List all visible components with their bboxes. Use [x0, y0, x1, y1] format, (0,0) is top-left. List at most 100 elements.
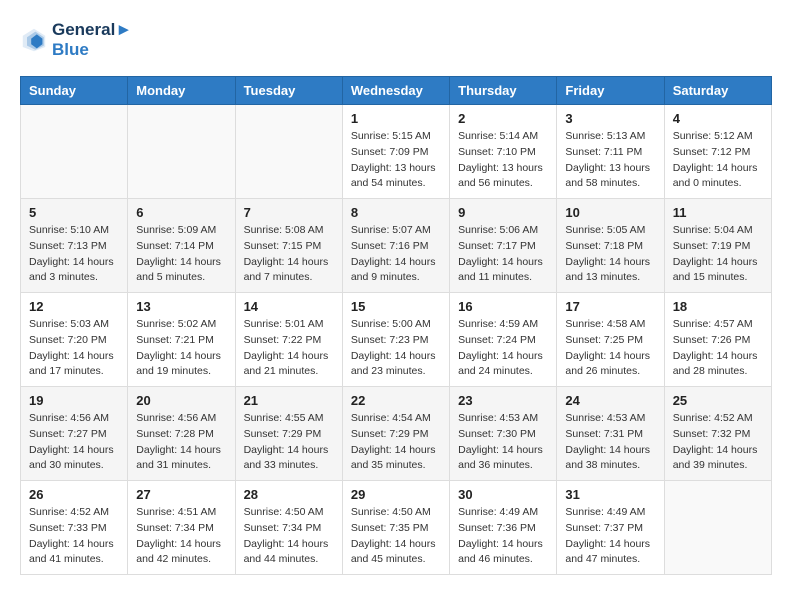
day-number: 22: [351, 393, 441, 408]
day-number: 23: [458, 393, 548, 408]
day-number: 4: [673, 111, 763, 126]
day-info: Sunrise: 5:06 AM Sunset: 7:17 PM Dayligh…: [458, 223, 548, 286]
calendar-week-2: 5 Sunrise: 5:10 AM Sunset: 7:13 PM Daylig…: [21, 199, 772, 293]
calendar-cell: 18 Sunrise: 4:57 AM Sunset: 7:26 PM Dayli…: [664, 293, 771, 387]
calendar-cell: 3 Sunrise: 5:13 AM Sunset: 7:11 PM Daylig…: [557, 105, 664, 199]
calendar-cell: 27Sunrise: 4:51 AM Sunset: 7:34 PM Dayli…: [128, 481, 235, 575]
day-number: 28: [244, 487, 334, 502]
day-info: Sunrise: 4:55 AM Sunset: 7:29 PM Dayligh…: [244, 411, 334, 474]
day-number: 11: [673, 205, 763, 220]
calendar-cell: 1 Sunrise: 5:15 AM Sunset: 7:09 PM Daylig…: [342, 105, 449, 199]
calendar-cell: 12 Sunrise: 5:03 AM Sunset: 7:20 PM Dayli…: [21, 293, 128, 387]
calendar-cell: 28 Sunrise: 4:50 AM Sunset: 7:34 PM Dayli…: [235, 481, 342, 575]
calendar-week-4: 19Sunrise: 4:56 AM Sunset: 7:27 PM Dayli…: [21, 387, 772, 481]
day-info: Sunrise: 4:57 AM Sunset: 7:26 PM Dayligh…: [673, 317, 763, 380]
day-info: Sunrise: 4:52 AM Sunset: 7:33 PM Dayligh…: [29, 505, 119, 568]
col-header-friday: Friday: [557, 77, 664, 105]
day-info: Sunrise: 5:14 AM Sunset: 7:10 PM Dayligh…: [458, 129, 548, 192]
day-info: Sunrise: 5:15 AM Sunset: 7:09 PM Dayligh…: [351, 129, 441, 192]
day-info: Sunrise: 5:03 AM Sunset: 7:20 PM Dayligh…: [29, 317, 119, 380]
col-header-saturday: Saturday: [664, 77, 771, 105]
logo-text: General► Blue: [52, 20, 132, 60]
day-number: 7: [244, 205, 334, 220]
calendar-cell: 30 Sunrise: 4:49 AM Sunset: 7:36 PM Dayli…: [450, 481, 557, 575]
col-header-thursday: Thursday: [450, 77, 557, 105]
day-info: Sunrise: 4:56 AM Sunset: 7:27 PM Dayligh…: [29, 411, 119, 474]
col-header-sunday: Sunday: [21, 77, 128, 105]
calendar-header: SundayMondayTuesdayWednesdayThursdayFrid…: [21, 77, 772, 105]
col-header-wednesday: Wednesday: [342, 77, 449, 105]
day-number: 3: [565, 111, 655, 126]
day-info: Sunrise: 4:53 AM Sunset: 7:30 PM Dayligh…: [458, 411, 548, 474]
day-number: 31: [565, 487, 655, 502]
calendar-table: SundayMondayTuesdayWednesdayThursdayFrid…: [20, 76, 772, 575]
day-info: Sunrise: 4:56 AM Sunset: 7:28 PM Dayligh…: [136, 411, 226, 474]
day-number: 30: [458, 487, 548, 502]
calendar-cell: 23 Sunrise: 4:53 AM Sunset: 7:30 PM Dayli…: [450, 387, 557, 481]
day-info: Sunrise: 5:09 AM Sunset: 7:14 PM Dayligh…: [136, 223, 226, 286]
day-number: 24: [565, 393, 655, 408]
day-info: Sunrise: 4:49 AM Sunset: 7:37 PM Dayligh…: [565, 505, 655, 568]
calendar-week-5: 26 Sunrise: 4:52 AM Sunset: 7:33 PM Dayli…: [21, 481, 772, 575]
day-number: 2: [458, 111, 548, 126]
logo-icon: [20, 26, 48, 54]
calendar-cell: 24Sunrise: 4:53 AM Sunset: 7:31 PM Dayli…: [557, 387, 664, 481]
day-info: Sunrise: 4:50 AM Sunset: 7:34 PM Dayligh…: [244, 505, 334, 568]
day-info: Sunrise: 5:05 AM Sunset: 7:18 PM Dayligh…: [565, 223, 655, 286]
calendar-cell: [21, 105, 128, 199]
calendar-cell: [235, 105, 342, 199]
calendar-cell: 22 Sunrise: 4:54 AM Sunset: 7:29 PM Dayli…: [342, 387, 449, 481]
day-info: Sunrise: 5:02 AM Sunset: 7:21 PM Dayligh…: [136, 317, 226, 380]
day-number: 1: [351, 111, 441, 126]
day-number: 15: [351, 299, 441, 314]
day-number: 5: [29, 205, 119, 220]
day-info: Sunrise: 4:59 AM Sunset: 7:24 PM Dayligh…: [458, 317, 548, 380]
calendar-cell: 15 Sunrise: 5:00 AM Sunset: 7:23 PM Dayli…: [342, 293, 449, 387]
calendar-cell: 2 Sunrise: 5:14 AM Sunset: 7:10 PM Daylig…: [450, 105, 557, 199]
day-info: Sunrise: 4:51 AM Sunset: 7:34 PM Dayligh…: [136, 505, 226, 568]
day-info: Sunrise: 5:04 AM Sunset: 7:19 PM Dayligh…: [673, 223, 763, 286]
day-number: 13: [136, 299, 226, 314]
calendar-cell: 5 Sunrise: 5:10 AM Sunset: 7:13 PM Daylig…: [21, 199, 128, 293]
calendar-cell: [128, 105, 235, 199]
calendar-cell: [664, 481, 771, 575]
day-number: 18: [673, 299, 763, 314]
day-number: 8: [351, 205, 441, 220]
calendar-cell: 25 Sunrise: 4:52 AM Sunset: 7:32 PM Dayli…: [664, 387, 771, 481]
day-info: Sunrise: 4:58 AM Sunset: 7:25 PM Dayligh…: [565, 317, 655, 380]
day-info: Sunrise: 4:49 AM Sunset: 7:36 PM Dayligh…: [458, 505, 548, 568]
day-number: 16: [458, 299, 548, 314]
calendar-cell: 4Sunrise: 5:12 AM Sunset: 7:12 PM Daylig…: [664, 105, 771, 199]
day-info: Sunrise: 5:13 AM Sunset: 7:11 PM Dayligh…: [565, 129, 655, 192]
day-info: Sunrise: 5:08 AM Sunset: 7:15 PM Dayligh…: [244, 223, 334, 286]
calendar-cell: 26 Sunrise: 4:52 AM Sunset: 7:33 PM Dayli…: [21, 481, 128, 575]
calendar-cell: 17Sunrise: 4:58 AM Sunset: 7:25 PM Dayli…: [557, 293, 664, 387]
page-header: General► Blue: [20, 20, 772, 60]
calendar-week-1: 1 Sunrise: 5:15 AM Sunset: 7:09 PM Daylig…: [21, 105, 772, 199]
calendar-cell: 31 Sunrise: 4:49 AM Sunset: 7:37 PM Dayli…: [557, 481, 664, 575]
day-number: 26: [29, 487, 119, 502]
calendar-cell: 9 Sunrise: 5:06 AM Sunset: 7:17 PM Daylig…: [450, 199, 557, 293]
day-info: Sunrise: 5:01 AM Sunset: 7:22 PM Dayligh…: [244, 317, 334, 380]
col-header-monday: Monday: [128, 77, 235, 105]
day-number: 25: [673, 393, 763, 408]
day-info: Sunrise: 5:00 AM Sunset: 7:23 PM Dayligh…: [351, 317, 441, 380]
logo: General► Blue: [20, 20, 132, 60]
day-info: Sunrise: 5:10 AM Sunset: 7:13 PM Dayligh…: [29, 223, 119, 286]
calendar-cell: 13 Sunrise: 5:02 AM Sunset: 7:21 PM Dayli…: [128, 293, 235, 387]
col-header-tuesday: Tuesday: [235, 77, 342, 105]
calendar-cell: 21Sunrise: 4:55 AM Sunset: 7:29 PM Dayli…: [235, 387, 342, 481]
day-number: 9: [458, 205, 548, 220]
day-info: Sunrise: 4:50 AM Sunset: 7:35 PM Dayligh…: [351, 505, 441, 568]
day-number: 29: [351, 487, 441, 502]
day-number: 12: [29, 299, 119, 314]
calendar-cell: 10Sunrise: 5:05 AM Sunset: 7:18 PM Dayli…: [557, 199, 664, 293]
calendar-cell: 29 Sunrise: 4:50 AM Sunset: 7:35 PM Dayli…: [342, 481, 449, 575]
day-info: Sunrise: 4:52 AM Sunset: 7:32 PM Dayligh…: [673, 411, 763, 474]
calendar-cell: 14Sunrise: 5:01 AM Sunset: 7:22 PM Dayli…: [235, 293, 342, 387]
calendar-cell: 7 Sunrise: 5:08 AM Sunset: 7:15 PM Daylig…: [235, 199, 342, 293]
calendar-cell: 16 Sunrise: 4:59 AM Sunset: 7:24 PM Dayli…: [450, 293, 557, 387]
day-info: Sunrise: 4:54 AM Sunset: 7:29 PM Dayligh…: [351, 411, 441, 474]
calendar-cell: 6Sunrise: 5:09 AM Sunset: 7:14 PM Daylig…: [128, 199, 235, 293]
day-info: Sunrise: 5:07 AM Sunset: 7:16 PM Dayligh…: [351, 223, 441, 286]
